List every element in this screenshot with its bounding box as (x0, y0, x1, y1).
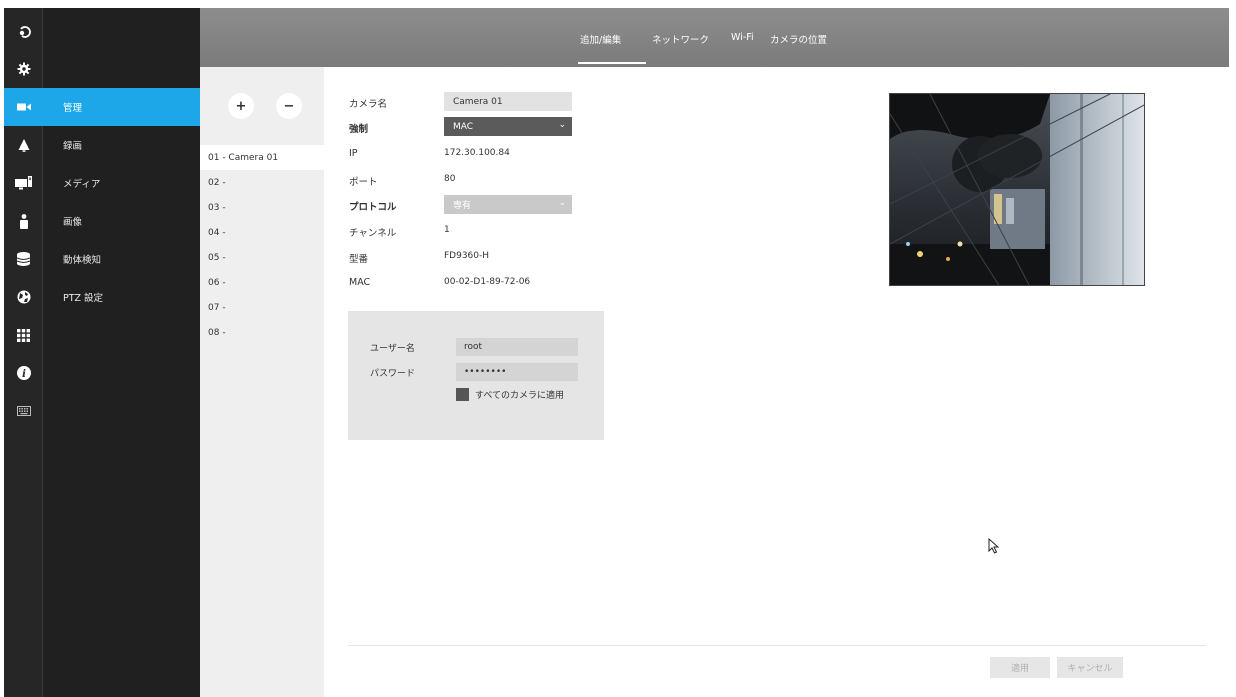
camera-list-item[interactable]: 02 - (200, 170, 324, 195)
camera-list-item[interactable]: 06 - (200, 270, 324, 295)
camera-preview-image (889, 93, 1145, 286)
ip-label: IP (349, 148, 358, 159)
cancel-button[interactable]: キャンセル (1057, 657, 1123, 678)
menu-item-ptz-settings[interactable]: PTZ 設定 (43, 278, 200, 316)
model-value: FD9360-H (444, 251, 490, 261)
rail-alerts[interactable] (4, 126, 43, 164)
rail-info[interactable]: i (4, 354, 43, 392)
top-tab-bar: 追加/編集 ネットワーク Wi-Fi カメラの位置 (200, 8, 1229, 67)
tab-camera-location[interactable]: カメラの位置 (770, 32, 827, 46)
mac-value: 00-02-D1-89-72-06 (444, 277, 531, 287)
apps-grid-icon (17, 328, 30, 342)
credentials-box: ユーザー名 root パスワード •••••••• すべてのカメラに適用 (348, 311, 604, 440)
protocol-select-value: 専有 (453, 201, 472, 211)
footer-divider (348, 645, 1206, 646)
ip-value: 172.30.100.84 (444, 148, 510, 158)
username-label: ユーザー名 (370, 344, 415, 354)
rail-settings[interactable] (4, 50, 43, 88)
tab-add-edit[interactable]: 追加/編集 (580, 32, 621, 46)
menu-item-label: 画像 (63, 217, 83, 228)
tab-network[interactable]: ネットワーク (652, 32, 709, 46)
force-label: 強制 (349, 124, 369, 135)
menu-item-label: 動体検知 (63, 255, 102, 266)
apply-all-checkbox[interactable] (456, 388, 469, 401)
channel-label: チャンネル (349, 228, 397, 239)
rail-user[interactable] (4, 202, 43, 240)
alert-bell-icon (18, 138, 29, 152)
username-input[interactable]: root (456, 338, 578, 356)
camera-list-item[interactable]: 03 - (200, 195, 324, 220)
remove-camera-button[interactable]: − (276, 93, 302, 119)
menu-item-label: PTZ 設定 (63, 293, 104, 304)
apply-button[interactable]: 適用 (990, 657, 1050, 678)
mac-label: MAC (349, 277, 371, 288)
port-label: ポート (349, 177, 378, 188)
add-camera-button[interactable]: + (228, 93, 254, 119)
mouse-cursor-icon (988, 538, 999, 554)
camera-settings-panel: カメラ名 Camera 01 強制 MAC ⌄ IP 172.30.100.84… (324, 67, 1229, 697)
menu-item-management[interactable]: 管理 (43, 88, 200, 126)
model-label: 型番 (349, 254, 369, 265)
camera-list-item[interactable]: 05 - (200, 245, 324, 270)
menu-item-label: 管理 (63, 103, 83, 114)
rail-apps[interactable] (4, 316, 43, 354)
channel-value: 1 (444, 225, 450, 235)
menu-item-label: 録画 (63, 141, 83, 152)
camera-list-item[interactable]: 07 - (200, 295, 324, 320)
settings-menu: 管理 録画 メディア 画像 動体検知 PTZ 設定 (43, 8, 200, 697)
icon-rail: i (4, 8, 43, 697)
apply-all-label: すべてのカメラに適用 (475, 391, 565, 401)
protocol-select[interactable]: 専有 ⌄ (444, 195, 572, 214)
storage-icon (17, 252, 30, 266)
playback-icon (19, 26, 31, 38)
camera-name-input[interactable]: Camera 01 (444, 92, 572, 111)
force-select[interactable]: MAC ⌄ (444, 117, 572, 136)
camera-list-item[interactable]: 01 - Camera 01 (200, 145, 324, 170)
menu-item-recording[interactable]: 録画 (43, 126, 200, 164)
menu-item-media[interactable]: メディア (43, 164, 200, 202)
camera-list-item[interactable]: 04 - (200, 220, 324, 245)
rail-network[interactable] (4, 278, 43, 316)
rail-camera[interactable] (4, 88, 43, 126)
settings-gear-icon (17, 62, 30, 76)
rail-display[interactable] (4, 164, 43, 202)
info-icon: i (16, 366, 31, 380)
camera-list-panel: + − 01 - Camera 01 02 - 03 - 04 - 05 - 0… (200, 67, 324, 697)
protocol-label: プロトコル (349, 202, 397, 213)
force-select-value: MAC (453, 121, 474, 132)
monitor-icon (15, 176, 32, 190)
port-value: 80 (444, 174, 456, 184)
svg-text:i: i (22, 369, 26, 380)
menu-item-image[interactable]: 画像 (43, 202, 200, 240)
password-label: パスワード (370, 369, 416, 379)
app-window: i 管理 録画 メディア 画像 動体検知 PTZ 設定 追加/編集 ネットワーク… (4, 8, 1229, 697)
camera-name-label: カメラ名 (349, 99, 388, 110)
rail-keyboard[interactable] (4, 392, 43, 430)
video-camera-icon (16, 103, 31, 111)
chevron-down-icon: ⌄ (558, 198, 566, 208)
keyboard-icon (16, 406, 31, 416)
menu-item-motion-detection[interactable]: 動体検知 (43, 240, 200, 278)
password-input[interactable]: •••••••• (456, 363, 578, 381)
network-globe-icon (17, 290, 30, 304)
camera-list-item[interactable]: 08 - (200, 320, 324, 345)
menu-item-label: メディア (63, 179, 101, 190)
active-tab-indicator (578, 62, 646, 64)
user-icon (19, 213, 28, 229)
rail-storage[interactable] (4, 240, 43, 278)
tab-wifi[interactable]: Wi-Fi (731, 32, 754, 43)
chevron-down-icon: ⌄ (558, 120, 566, 130)
rail-playback[interactable] (4, 12, 43, 50)
